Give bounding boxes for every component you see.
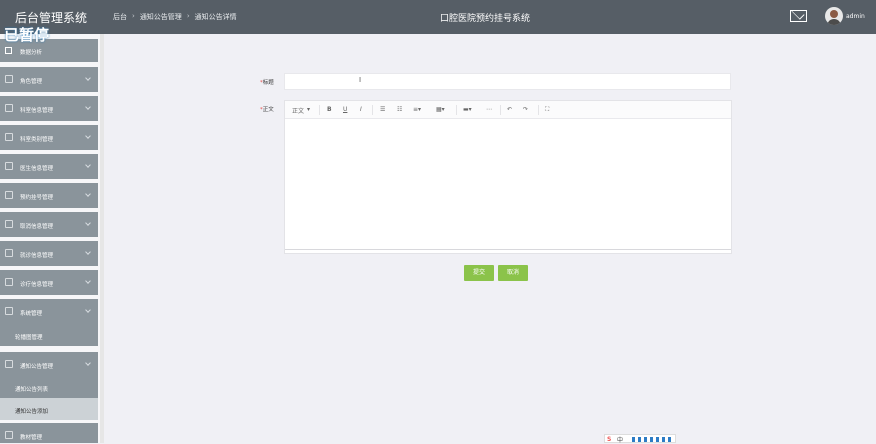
editor-toolbar: 正文 ▾ B U I ☰ ☷ ≡▾ ▦▾ ▬▾ ⋯ ↶ ↷ ⛶ [285,101,731,119]
materials-icon [5,431,13,439]
treatment-icon [5,278,13,286]
sidebar-item-label: 系统管理 [20,311,43,317]
sidebar-item-partial[interactable]: 教材管理 [0,423,98,443]
sidebar-item-visit[interactable]: 就诊信息管理 [0,241,98,266]
italic-button[interactable]: I [360,106,362,113]
sidebar-item-cancel[interactable]: 取消信息管理 [0,212,98,237]
sidebar-item-label: 就诊信息管理 [20,253,54,259]
chevron-down-icon [85,220,91,226]
breadcrumb-notice-details: 通知公告详情 [194,13,237,21]
content-label: *正文 [260,107,274,113]
sidebar-item-system[interactable]: 系统管理 [0,299,98,324]
underline-button[interactable]: U [343,106,347,113]
appointment-icon [5,191,13,199]
redo-icon[interactable]: ↷ [523,106,528,113]
top-bar: 后台管理系统 已暂停 后台 › 通知公告管理 › 通知公告详情 口腔医院预约挂号系统… [0,0,876,44]
text-cursor-icon: I [359,76,362,84]
submit-button[interactable]: 提交 [464,265,494,281]
sidebar-subitem-notice-list[interactable]: 通知公告列表 [0,376,98,398]
chevron-down-icon [85,249,91,255]
toolbar-separator [456,105,457,115]
paragraph-select[interactable]: 正文 [292,106,304,115]
chevron-down-icon [85,191,91,197]
tray-icons [632,437,672,442]
category-icon [5,133,13,141]
role-icon [5,75,13,83]
cancel-icon [5,220,13,228]
sidebar-item-label: 通知公告添加 [15,409,49,415]
sidebar-item-label: 取消信息管理 [20,224,54,230]
breadcrumb-separator-icon: › [132,12,135,20]
chevron-down-icon [85,75,91,81]
toolbar-separator [500,105,501,115]
breadcrumb: 后台 › 通知公告管理 › 通知公告详情 [113,12,237,22]
sidebar-item-category[interactable]: 科室类别管理 [0,125,98,150]
breadcrumb-notice-management[interactable]: 通知公告管理 [140,12,182,22]
system-title: 口腔医院预约挂号系统 [440,14,531,24]
sidebar-item-label: 教材管理 [20,435,43,441]
mail-icon[interactable] [790,10,807,22]
sidebar-item-treatment[interactable]: 诊疗信息管理 [0,270,98,295]
toolbar-separator [372,105,373,115]
chevron-down-icon [85,133,91,139]
sidebar-item-role[interactable]: 角色管理 [0,67,98,92]
cancel-button[interactable]: 取消 [498,265,528,281]
chevron-up-icon [85,360,91,366]
avatar[interactable] [825,7,843,25]
sidebar-item-label: 科室类别管理 [20,137,54,143]
title-input[interactable] [284,73,731,90]
megaphone-icon [5,360,13,368]
bullet-list-icon[interactable]: ☰ [380,106,385,113]
chevron-up-icon [85,307,91,313]
title-label: *标题 [260,80,274,86]
bold-button[interactable]: B [327,106,332,113]
breadcrumb-home[interactable]: 后台 [113,12,127,22]
sidebar-item-label: 角色管理 [20,79,43,85]
image-icon[interactable]: ▬▾ [463,106,472,113]
sidebar-item-label: 科室信息管理 [20,108,54,114]
editor-content[interactable] [285,120,731,250]
department-icon [5,104,13,112]
sidebar-item-label: 预约挂号管理 [20,195,54,201]
numbered-list-icon[interactable]: ☷ [397,106,402,113]
chevron-down-icon: ▾ [307,106,311,113]
sidebar-item-appointment[interactable]: 预约挂号管理 [0,183,98,208]
more-icon[interactable]: ⋯ [486,106,492,113]
undo-icon[interactable]: ↶ [507,106,512,113]
sidebar-item-label: 医生信息管理 [20,166,54,172]
breadcrumb-separator-icon: › [186,12,190,20]
editor-bottom-border [285,249,731,253]
sidebar-subitem-notice-add[interactable]: 通知公告添加 [0,398,98,420]
dashboard-icon [5,47,12,54]
sidebar: 数据分析 角色管理 科室信息管理 科室类别管理 医生信息管理 预约挂号管理 取消… [0,34,104,443]
sidebar-item-department[interactable]: 科室信息管理 [0,96,98,121]
sidebar-item-label: 通知公告管理 [20,364,54,370]
input-method-tray[interactable]: S 中 [604,434,676,444]
toolbar-separator [538,105,539,115]
align-icon[interactable]: ≡▾ [413,106,421,113]
chevron-down-icon [85,104,91,110]
sidebar-item-doctor[interactable]: 医生信息管理 [0,154,98,179]
sidebar-item-notice[interactable]: 通知公告管理 [0,352,98,377]
chevron-down-icon [85,162,91,168]
username[interactable]: admin [846,13,865,20]
sidebar-item-label: 数据分析 [20,50,43,56]
settings-icon [5,307,13,315]
doctor-icon [5,162,13,170]
paused-label: 已暂停 [4,26,50,44]
sidebar-item-label: 诊疗信息管理 [20,282,54,288]
sidebar-item-label: 轮播图管理 [15,335,43,341]
visit-icon [5,249,13,257]
fullscreen-icon[interactable]: ⛶ [545,106,549,114]
sogou-icon: S [607,436,612,443]
sidebar-item-label: 通知公告列表 [15,387,49,393]
toolbar-separator [319,105,320,115]
chevron-down-icon [85,278,91,284]
rich-text-editor[interactable]: 正文 ▾ B U I ☰ ☷ ≡▾ ▦▾ ▬▾ ⋯ ↶ ↷ ⛶ [284,100,732,254]
table-icon[interactable]: ▦▾ [436,106,445,113]
sidebar-subitem-carousel[interactable]: 轮播图管理 [0,324,98,346]
